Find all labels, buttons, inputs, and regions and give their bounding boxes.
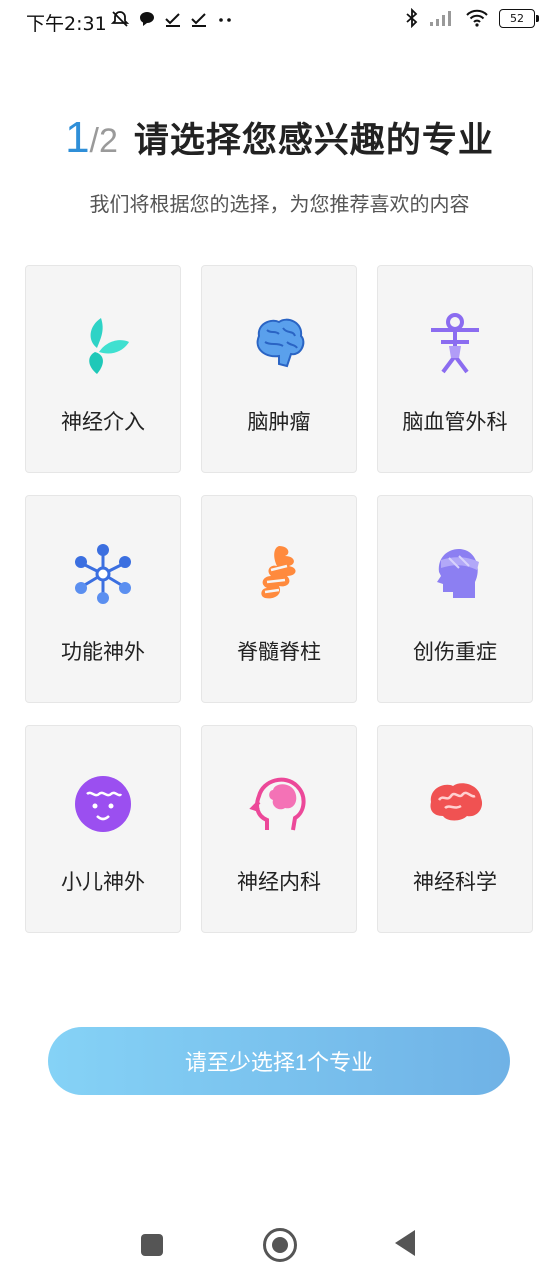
wifi-icon (466, 9, 488, 27)
specialty-label: 神经介入 (61, 410, 145, 434)
specialty-card-pediatric-neurosurgery[interactable]: 小儿神外 (25, 725, 181, 933)
submit-button[interactable]: 请至少选择1个专业 (48, 1027, 510, 1095)
mute-bell-icon (110, 11, 130, 27)
status-system-icons: 52 (405, 8, 539, 28)
more-dots-icon (219, 18, 231, 22)
specialty-card-neuro-intervention[interactable]: 神经介入 (25, 265, 181, 473)
specialty-card-cerebrovascular[interactable]: 脑血管外科 (377, 265, 533, 473)
system-nav-bar (0, 1210, 559, 1280)
brain-red-icon (430, 783, 483, 821)
specialty-label: 脑肿瘤 (247, 410, 311, 434)
vessel-figure-icon (431, 313, 479, 374)
specialty-label: 神经内科 (237, 870, 321, 894)
baby-face-icon (75, 776, 131, 832)
status-bar: 下午2:31 52 (0, 0, 559, 42)
specialty-label: 小儿神外 (61, 870, 145, 894)
head-brain-icon (249, 777, 306, 831)
specialty-label: 脊髓脊柱 (237, 640, 321, 664)
specialty-card-spine[interactable]: 脊髓脊柱 (201, 495, 357, 703)
check-icon (191, 13, 206, 27)
chat-bubble-icon (140, 12, 154, 26)
leaf-icon (89, 318, 129, 374)
page-subtitle: 我们将根据您的选择，为您推荐喜欢的内容 (89, 192, 470, 216)
brain-icon (256, 318, 305, 368)
check-icon (165, 13, 180, 27)
battery-icon: 52 (499, 8, 539, 28)
specialty-label: 神经科学 (413, 870, 497, 894)
specialty-card-trauma-critical[interactable]: 创伤重症 (377, 495, 533, 703)
step-current: 1 (65, 113, 90, 162)
specialty-card-neuroscience[interactable]: 神经科学 (377, 725, 533, 933)
specialty-label: 功能神外 (61, 640, 145, 664)
status-notification-icons (110, 9, 234, 29)
page-title: 1 /2 请选择您感兴趣的专业 (0, 112, 559, 163)
home-icon[interactable] (263, 1228, 297, 1262)
specialty-card-neurology[interactable]: 神经内科 (201, 725, 357, 933)
title-text: 请选择您感兴趣的专业 (133, 121, 494, 161)
step-total: /2 (89, 122, 118, 160)
network-icon (75, 544, 131, 604)
specialty-card-brain-tumor[interactable]: 脑肿瘤 (201, 265, 357, 473)
signal-icon (430, 11, 451, 26)
specialty-grid: 神经介入 脑肿瘤 脑血管外科 功能神外 脊髓脊柱 创伤重症 小儿神外 神经内科 … (25, 265, 534, 933)
specialty-label: 脑血管外科 (402, 410, 508, 434)
back-icon[interactable] (395, 1230, 415, 1256)
spine-icon (261, 546, 296, 599)
specialty-card-functional-neurosurgery[interactable]: 功能神外 (25, 495, 181, 703)
specialty-label: 创伤重症 (413, 640, 497, 664)
bluetooth-icon (406, 8, 418, 28)
status-time: 下午2:31 (26, 13, 107, 35)
recent-apps-icon[interactable] (141, 1234, 163, 1256)
head-bandage-icon (437, 548, 479, 598)
battery-level: 52 (510, 11, 524, 25)
